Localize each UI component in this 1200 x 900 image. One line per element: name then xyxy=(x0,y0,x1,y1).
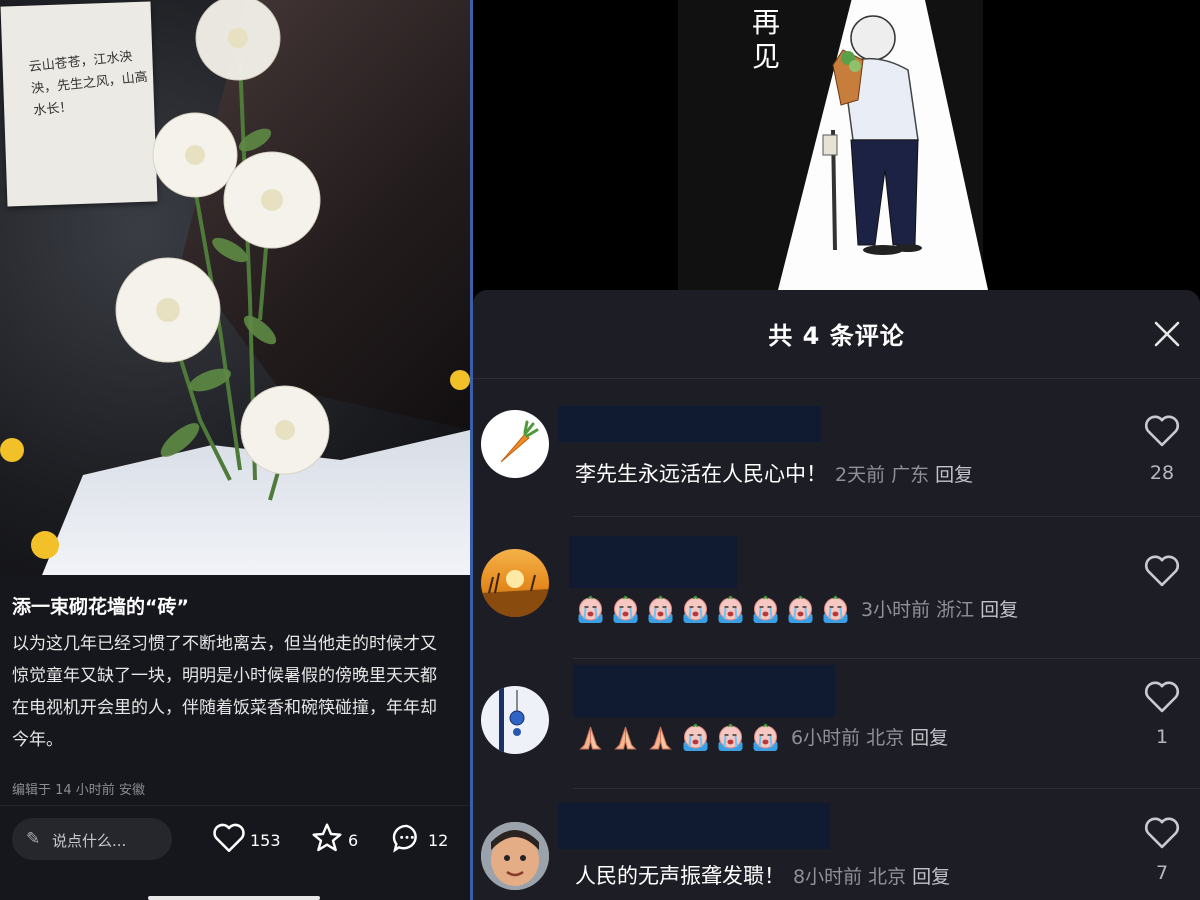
heart-icon xyxy=(213,823,245,853)
comment-body: 6小时前 北京 回复 xyxy=(575,723,948,753)
comment-time: 6小时前 xyxy=(791,727,861,749)
comment-body: 3小时前 浙江 回复 xyxy=(575,595,1018,625)
comment-location: 北京 xyxy=(868,866,907,888)
crying-emoji-icon xyxy=(788,595,813,623)
crying-emoji-icon xyxy=(753,595,778,623)
comment-separator xyxy=(573,516,1200,517)
heart-icon[interactable] xyxy=(1143,816,1181,850)
favorite-count: 6 xyxy=(348,831,359,850)
heart-icon[interactable] xyxy=(1143,554,1181,588)
comment-input-placeholder: 说点什么... xyxy=(52,832,127,850)
crying-emoji-icon xyxy=(753,723,778,751)
title-separator xyxy=(473,378,1200,379)
comment-count: 12 xyxy=(428,831,449,850)
sunset-icon xyxy=(481,570,549,617)
comment-separator xyxy=(573,658,1200,659)
redacted-username xyxy=(569,536,737,588)
pencil-icon: ✎ xyxy=(26,829,41,849)
comment-location: 北京 xyxy=(866,727,905,749)
comment-button[interactable]: 12 xyxy=(390,822,450,858)
comment-location: 广东 xyxy=(891,464,930,486)
crying-emoji-icon xyxy=(718,595,743,623)
emoji-row xyxy=(575,595,855,623)
crying-emoji-icon xyxy=(648,595,673,623)
like-button[interactable]: 153 xyxy=(212,822,282,858)
praying-hands-emoji-icon xyxy=(579,726,602,750)
crying-emoji-icon xyxy=(578,595,603,623)
redacted-username xyxy=(558,803,830,849)
favorite-button[interactable]: 6 xyxy=(310,822,365,858)
comment-text: 李先生永远活在人民心中！ xyxy=(575,462,827,486)
post-photo[interactable]: 云山苍苍，江水泱泱，先生之风，山高水长！ xyxy=(0,0,470,575)
comment-bubble-icon xyxy=(392,824,417,853)
child-photo-icon xyxy=(481,822,549,890)
crying-emoji-icon xyxy=(613,595,638,623)
star-icon xyxy=(312,823,342,852)
crying-emoji-icon xyxy=(683,723,708,751)
close-icon[interactable] xyxy=(1153,320,1181,348)
heart-icon[interactable] xyxy=(1143,680,1181,714)
carrot-icon xyxy=(500,420,539,463)
comment-input[interactable]: ✎ 说点什么... xyxy=(12,818,172,860)
comments-panel: 共 4 条评论 李先生永远活在人民心中！ 2天前 广东 回复 28 3小时前 浙… xyxy=(473,290,1200,900)
redacted-username xyxy=(573,665,835,717)
praying-hands-emoji-icon xyxy=(614,726,637,750)
reply-button[interactable]: 回复 xyxy=(912,866,950,888)
comment-location: 浙江 xyxy=(936,599,975,621)
crying-emoji-icon xyxy=(718,723,743,751)
comment-body: 人民的无声振聋发聩！ 8小时前 北京 回复 xyxy=(575,860,950,890)
comment-time: 3小时前 xyxy=(861,599,931,621)
comments-title: 共 4 条评论 xyxy=(768,322,905,350)
crying-emoji-icon xyxy=(823,595,848,623)
praying-hands-emoji-icon xyxy=(649,726,672,750)
comments-screen: 再见 共 4 条评论 李先生永远活在人民心中！ 2天前 广东 回复 28 3小时… xyxy=(473,0,1200,900)
emoji-row xyxy=(575,723,785,751)
comment-like-count: 7 xyxy=(1155,862,1169,884)
post-body: 以为这几年已经习惯了不断地离去，但当他走的时候才又惊觉童年又缺了一块，明明是小时… xyxy=(12,634,437,750)
like-count: 153 xyxy=(250,831,281,850)
chrysanthemum-flowers xyxy=(0,0,470,559)
cartoon-image[interactable]: 再见 xyxy=(473,0,1200,290)
reply-button[interactable]: 回复 xyxy=(935,464,973,486)
avatar[interactable] xyxy=(481,822,549,890)
post-title: 添一束砌花墙的“砖” xyxy=(12,596,189,618)
post-screen: 云山苍苍，江水泱泱，先生之风，山高水长！ 添一束砌花墙的“砖” 以为这几年已经习… xyxy=(0,0,470,900)
charm-icon xyxy=(499,686,525,754)
avatar[interactable] xyxy=(481,686,549,754)
reply-button[interactable]: 回复 xyxy=(980,599,1018,621)
avatar[interactable] xyxy=(481,549,549,617)
home-indicator xyxy=(148,896,320,900)
post-meta: 编辑于 14 小时前 安徽 xyxy=(12,783,145,798)
heart-icon[interactable] xyxy=(1143,414,1181,448)
cartoon-caption: 再见 xyxy=(751,6,780,73)
old-man-figure xyxy=(822,15,922,255)
crying-emoji-icon xyxy=(683,595,708,623)
comment-body: 李先生永远活在人民心中！ 2天前 广东 回复 xyxy=(575,458,973,488)
comment-separator xyxy=(573,788,1200,789)
comment-time: 8小时前 xyxy=(793,866,863,888)
comment-time: 2天前 xyxy=(835,464,886,486)
comment-like-count: 28 xyxy=(1149,462,1175,484)
reply-button[interactable]: 回复 xyxy=(910,727,948,749)
redacted-username xyxy=(558,406,821,442)
comment-like-count: 1 xyxy=(1155,726,1169,748)
avatar[interactable] xyxy=(481,410,549,478)
comment-text: 人民的无声振聋发聩！ xyxy=(575,864,785,888)
